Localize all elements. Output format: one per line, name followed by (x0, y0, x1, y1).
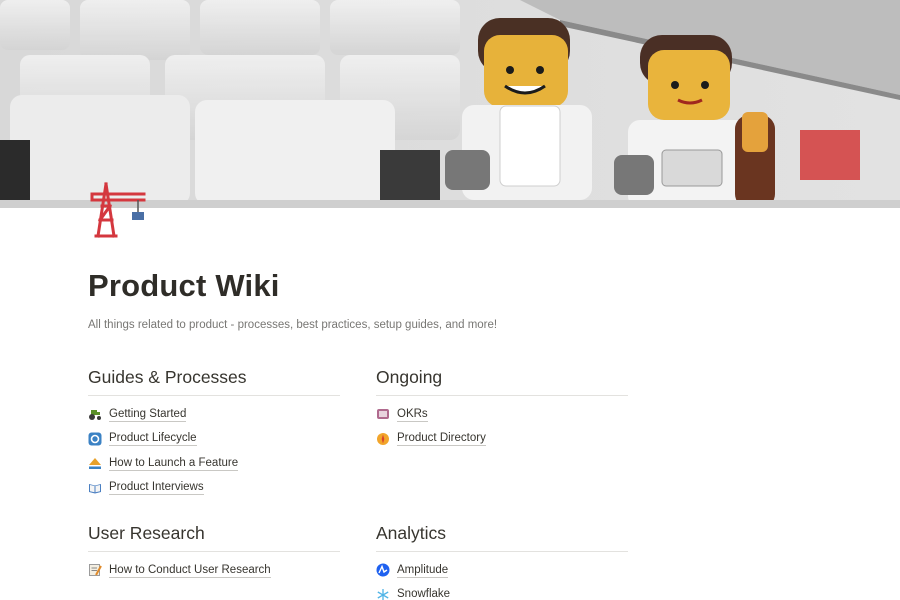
link-label: Getting Started (109, 407, 187, 422)
link-amplitude[interactable]: Amplitude (376, 558, 628, 583)
construction-crane-icon[interactable] (86, 178, 150, 242)
section-heading: Ongoing (376, 364, 628, 396)
cycle-icon (88, 432, 102, 446)
link-how-to-launch-a-feature[interactable]: How to Launch a Feature (88, 451, 340, 476)
memo-icon (88, 563, 102, 577)
section-guides-processes: Guides & Processes Getting Started Produ… (88, 364, 340, 500)
amplitude-icon (376, 563, 390, 577)
link-label: Product Lifecycle (109, 432, 197, 447)
link-product-lifecycle[interactable]: Product Lifecycle (88, 427, 340, 452)
link-label: Product Directory (397, 432, 486, 447)
open-book-icon (88, 481, 102, 495)
cover-image (0, 0, 900, 208)
compass-icon (376, 432, 390, 446)
section-heading: User Research (88, 520, 340, 552)
link-label: How to Launch a Feature (109, 456, 239, 471)
link-how-to-conduct-user-research[interactable]: How to Conduct User Research (88, 558, 340, 583)
section-heading: Analytics (376, 520, 628, 552)
snowflake-icon (376, 588, 390, 600)
stadium-icon (376, 407, 390, 421)
link-label: Product Interviews (109, 481, 204, 496)
page-subtitle[interactable]: All things related to product - processe… (88, 316, 648, 334)
link-snowflake[interactable]: Snowflake (376, 583, 628, 600)
link-label: Snowflake (397, 587, 450, 600)
link-product-interviews[interactable]: Product Interviews (88, 476, 340, 501)
link-okrs[interactable]: OKRs (376, 402, 628, 427)
tractor-icon (88, 407, 102, 421)
section-ongoing: Ongoing OKRs Product Directory (376, 364, 628, 451)
link-label: How to Conduct User Research (109, 563, 271, 578)
link-getting-started[interactable]: Getting Started (88, 402, 340, 427)
link-product-directory[interactable]: Product Directory (376, 427, 628, 452)
section-user-research: User Research How to Conduct User Resear… (88, 520, 340, 583)
page-title[interactable]: Product Wiki (88, 262, 648, 310)
link-label: OKRs (397, 407, 428, 422)
link-label: Amplitude (397, 563, 449, 578)
eject-icon (88, 456, 102, 470)
section-heading: Guides & Processes (88, 364, 340, 396)
section-analytics: Analytics Amplitude Snowflake (376, 520, 628, 600)
